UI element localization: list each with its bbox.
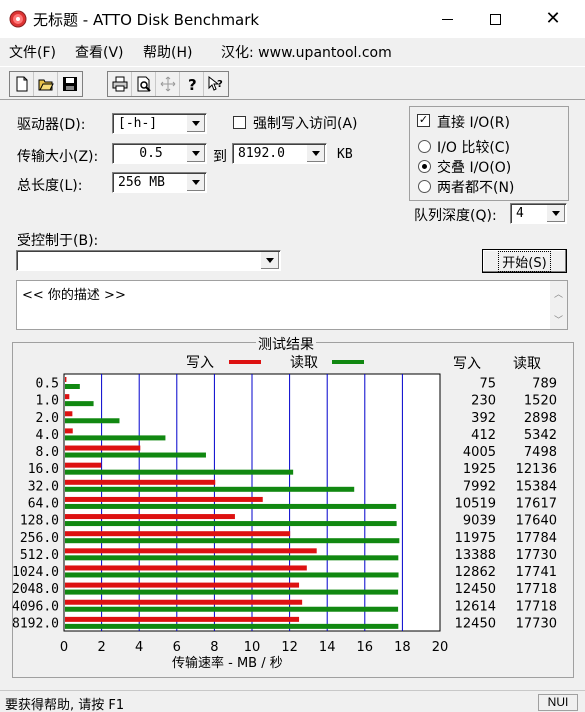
write-value: 9039 xyxy=(463,514,496,529)
write-value: 12450 xyxy=(455,616,496,631)
read-value: 17784 xyxy=(516,531,557,546)
y-category-label: 512.0 xyxy=(20,548,59,563)
read-bar xyxy=(65,555,399,561)
read-bar xyxy=(65,623,399,629)
write-bar xyxy=(65,548,317,554)
y-category-label: 8192.0 xyxy=(12,616,59,631)
status-indicator: NUI xyxy=(538,694,578,711)
write-bar xyxy=(65,411,73,417)
write-bar xyxy=(65,377,67,382)
write-value: 12614 xyxy=(455,599,496,614)
write-value: 13388 xyxy=(455,548,496,563)
read-bar xyxy=(65,418,120,424)
write-value: 1925 xyxy=(463,462,496,477)
write-value: 12862 xyxy=(455,565,496,580)
read-value: 7498 xyxy=(524,445,557,460)
write-value: 4005 xyxy=(463,445,496,460)
x-tick-label: 14 xyxy=(319,640,336,655)
write-bar xyxy=(65,479,216,485)
read-value: 15384 xyxy=(516,479,557,494)
write-value: 7992 xyxy=(463,479,496,494)
status-text: 要获得帮助, 请按 F1 xyxy=(5,698,125,712)
read-value: 17718 xyxy=(516,599,557,614)
y-category-label: 64.0 xyxy=(28,497,59,512)
read-value: 17718 xyxy=(516,582,557,597)
write-bar xyxy=(65,616,300,622)
read-bar xyxy=(65,452,206,458)
read-value: 5342 xyxy=(524,428,557,443)
y-category-label: 2048.0 xyxy=(12,582,59,597)
write-bar xyxy=(65,514,235,520)
read-bar xyxy=(65,538,400,544)
read-bar xyxy=(65,606,399,612)
read-bar xyxy=(65,521,397,527)
y-category-label: 1024.0 xyxy=(12,565,59,580)
read-value: 17741 xyxy=(516,565,557,580)
write-value: 75 xyxy=(479,377,496,392)
read-bar xyxy=(65,486,355,492)
write-bar xyxy=(65,565,307,571)
read-bar xyxy=(65,435,166,441)
x-tick-label: 20 xyxy=(432,640,449,655)
write-bar xyxy=(65,445,141,451)
write-bar xyxy=(65,531,291,537)
x-tick-label: 12 xyxy=(281,640,298,655)
write-value: 412 xyxy=(471,428,496,443)
x-tick-label: 16 xyxy=(357,640,374,655)
write-value: 12450 xyxy=(455,582,496,597)
x-tick-label: 0 xyxy=(60,640,68,655)
y-category-label: 16.0 xyxy=(28,462,59,477)
read-bar xyxy=(65,572,399,578)
x-tick-label: 2 xyxy=(97,640,105,655)
read-value: 17640 xyxy=(516,514,557,529)
x-tick-label: 4 xyxy=(135,640,143,655)
read-value: 17730 xyxy=(516,548,557,563)
status-bar: 要获得帮助, 请按 F1 xyxy=(0,690,585,712)
y-category-label: 4.0 xyxy=(36,428,59,443)
y-category-label: 0.5 xyxy=(36,377,59,392)
read-bar xyxy=(65,401,94,407)
write-value: 392 xyxy=(471,411,496,426)
write-value: 11975 xyxy=(455,531,496,546)
write-value: 10519 xyxy=(455,497,496,512)
y-category-label: 256.0 xyxy=(20,531,59,546)
y-category-label: 128.0 xyxy=(20,514,59,529)
y-category-label: 32.0 xyxy=(28,479,59,494)
read-value: 17617 xyxy=(516,497,557,512)
write-bar xyxy=(65,496,263,502)
read-bar xyxy=(65,503,397,509)
read-bar xyxy=(65,384,80,389)
read-value: 1520 xyxy=(524,394,557,409)
benchmark-chart: 0 2 4 6 8 10 12 14 16 18 200.5 75 7891.0 230 15202.0 39… xyxy=(12,373,557,655)
y-category-label: 8.0 xyxy=(36,445,59,460)
write-bar xyxy=(65,582,300,588)
x-tick-label: 18 xyxy=(394,640,411,655)
write-value: 230 xyxy=(471,394,496,409)
y-category-label: 2.0 xyxy=(36,411,59,426)
write-bar xyxy=(65,428,73,434)
read-value: 2898 xyxy=(524,411,557,426)
write-bar xyxy=(65,599,303,605)
read-bar xyxy=(65,469,294,475)
read-value: 12136 xyxy=(516,462,557,477)
write-bar xyxy=(65,462,102,468)
read-value: 17730 xyxy=(516,616,557,631)
read-value: 789 xyxy=(532,377,557,392)
y-category-label: 1.0 xyxy=(36,394,59,409)
x-axis-label: 传输速率 - MB / 秒 xyxy=(172,656,283,671)
y-category-label: 4096.0 xyxy=(12,599,59,614)
read-bar xyxy=(65,589,399,595)
write-bar xyxy=(65,394,70,400)
